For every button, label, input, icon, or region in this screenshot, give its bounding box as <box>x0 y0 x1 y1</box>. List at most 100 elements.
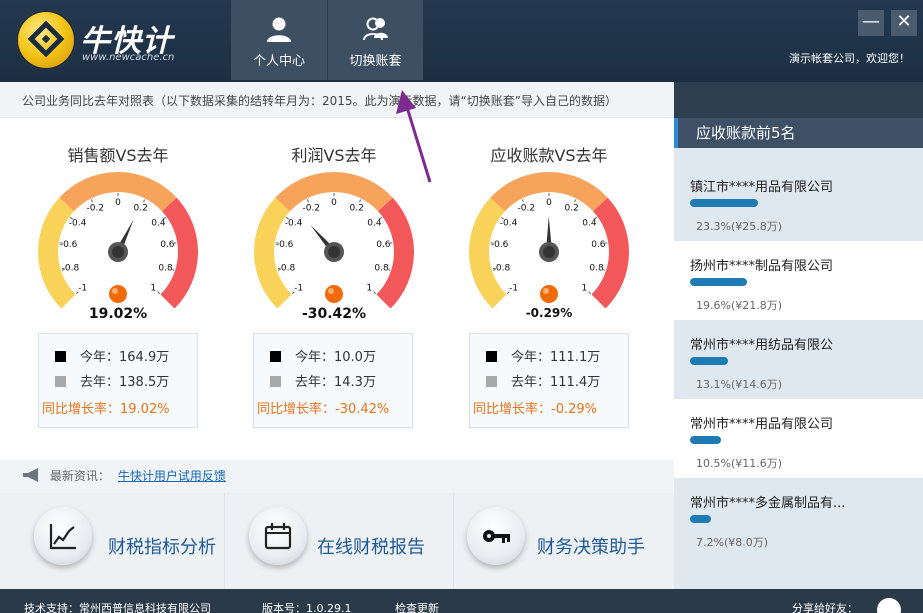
receivable-item[interactable]: 常州市****多金属制品有... 7.2%(¥8.0万) <box>674 478 923 557</box>
gauge-tick <box>521 199 525 203</box>
gauge-tick <box>142 199 146 203</box>
receivable-value: 7.2%(¥8.0万) <box>696 536 769 549</box>
brand-url: www.newcache.cn <box>82 52 175 63</box>
this-year-value: 今年：111.1万 <box>511 350 601 365</box>
user-icon <box>267 17 291 42</box>
gauge-indicator-highlight <box>328 288 334 294</box>
legend-this-year-swatch <box>486 351 497 362</box>
growth-rate: 同比增长率：-30.42% <box>257 402 390 417</box>
news-label: 最新资讯： <box>49 469 110 483</box>
status-footer: 技术支持：常州西普信息科技有限公司 版本号：1.0.29.1 检查更新 分享给好… <box>0 589 923 613</box>
news-link[interactable]: 牛快计用户试用反馈 <box>118 469 226 483</box>
receivable-name: 常州市****多金属制品有... <box>690 496 846 511</box>
sidebar-title: 应收账款前5名 <box>674 118 923 148</box>
receivable-bar <box>690 357 728 365</box>
gauge-dial: -1 -0.8 -0.6 -0.4-0.2 0 0.20.4 0.6 0.81 <box>254 172 414 308</box>
tool-label: 在线财税报告 <box>317 537 425 558</box>
check-update-link[interactable]: 检查更新 <box>395 600 439 613</box>
share-icon[interactable] <box>877 598 901 613</box>
comparison-panel: 销售额VS去年 -1 -0.8 -0.6 -0.4 -0.2 0 0.2 0.4 0.6 0.8 1… <box>0 118 674 460</box>
share-label: 分享给好友： <box>792 602 858 613</box>
gauge-band <box>469 197 507 308</box>
gauge-hub-inner <box>112 246 124 258</box>
gauge-tick-label: -1 <box>294 283 303 293</box>
this-year-value: 今年：164.9万 <box>80 350 170 365</box>
receivable-bar <box>690 199 758 207</box>
gauge-tick-label: 0.4 <box>582 219 597 229</box>
gauge-tick <box>573 199 577 203</box>
gauge-tick-label: -1 <box>78 283 87 293</box>
close-button[interactable]: ✕ <box>891 10 917 36</box>
gauge-tick-label: 0 <box>115 198 121 208</box>
receivable-name: 镇江市****用品有限公司 <box>690 180 834 195</box>
gauge-indicator-highlight <box>543 288 549 294</box>
gauge-hub-inner <box>543 246 555 258</box>
gauge-indicator <box>109 285 127 303</box>
gauge-tick-label: -0.8 <box>493 263 511 273</box>
gauge-tick-label: -0.6 <box>60 240 78 250</box>
receivable-bar <box>690 436 721 444</box>
gauge-title: 应收账款VS去年 <box>490 146 608 165</box>
tech-support-text: 技术支持：常州西普信息科技有限公司 <box>24 602 211 613</box>
tool-finance-decision-assistant[interactable]: 财务决策助手 <box>455 493 674 589</box>
nav-personal-center[interactable]: 个人中心 <box>231 0 327 80</box>
minimize-button[interactable]: — <box>858 10 884 36</box>
gauge-value: 19.02% <box>88 306 148 322</box>
gauge-band <box>254 197 292 308</box>
receivables-sidebar: 应收账款前5名 镇江市****用品有限公司 23.3%(¥25.8万) 扬州市*… <box>674 118 923 589</box>
gauge-dial: -1 -0.8 -0.6 -0.4-0.2 0 0.20.4 0.6 0.81 <box>38 172 198 308</box>
gauge-tick <box>90 199 94 203</box>
receivable-bar <box>690 515 711 523</box>
gauge-tick-label: 0.8 <box>374 263 389 273</box>
nav-switch-account[interactable]: 切换账套 <box>327 0 423 80</box>
tool-tax-indicator-analysis[interactable]: 财税指标分析 <box>0 493 225 589</box>
growth-rate: 同比增长率：19.02% <box>42 402 170 417</box>
tool-online-tax-report[interactable]: 在线财税报告 <box>229 493 454 589</box>
stat-box-sales: 今年：164.9万 去年：138.5万 同比增长率：19.02% <box>38 333 198 428</box>
receivable-item[interactable]: 镇江市****用品有限公司 23.3%(¥25.8万) <box>674 162 923 241</box>
receivable-item[interactable]: 常州市****用品有限公司 10.5%(¥11.6万) <box>674 399 923 478</box>
legend-last-year-swatch <box>55 376 66 387</box>
gauge-tick-label: -0.6 <box>276 240 294 250</box>
gauge-tick-label: 0.4 <box>367 219 382 229</box>
gauge-indicator <box>540 285 558 303</box>
receivable-item[interactable]: 扬州市****制品有限公司 19.6%(¥21.8万) <box>674 241 923 320</box>
tool-label: 财税指标分析 <box>108 537 216 558</box>
gauge-tick-label: 0.8 <box>589 263 604 273</box>
app-header: 牛快计 www.newcache.cn 个人中心 切换账套 — ✕ 演示帐套公司… <box>0 0 923 82</box>
gauge-tick <box>373 291 377 295</box>
gauge-tick-label: 0.6 <box>160 240 175 250</box>
legend-last-year-swatch <box>270 376 281 387</box>
switch-account-icon <box>362 17 388 41</box>
news-bar: 最新资讯： 牛快计用户试用反馈 <box>0 460 674 493</box>
gauge-tick <box>306 199 310 203</box>
gauge-tick-label: 0 <box>331 198 337 208</box>
calendar-report-icon <box>264 523 292 550</box>
gauge-tick-label: 0.2 <box>565 203 579 213</box>
gauge-band <box>591 197 629 308</box>
receivable-value: 23.3%(¥25.8万) <box>696 220 783 233</box>
gauge-tick <box>588 291 592 295</box>
receivable-value: 19.6%(¥21.8万) <box>696 299 783 312</box>
gauge-band <box>376 197 414 308</box>
last-year-value: 去年：138.5万 <box>80 375 170 390</box>
megaphone-icon <box>23 468 38 482</box>
version-text: 版本号：1.0.29.1 <box>262 602 352 613</box>
last-year-value: 去年：14.3万 <box>295 375 376 390</box>
gauge-tick-label: 0.2 <box>350 203 364 213</box>
gauge-tick-label: 0 <box>546 198 552 208</box>
last-year-value: 去年：111.4万 <box>511 375 601 390</box>
stat-box-receivables: 今年：111.1万 去年：111.4万 同比增长率：-0.29% <box>469 333 629 428</box>
gauge-tick-label: 0.4 <box>151 219 166 229</box>
gauge-tick <box>157 291 161 295</box>
gauge-tick-label: 1 <box>150 283 156 293</box>
legend-this-year-swatch <box>55 351 66 362</box>
receivable-value: 10.5%(¥11.6万) <box>696 457 783 470</box>
nav-personal-center-label: 个人中心 <box>252 54 305 69</box>
gauge-tick-label: 0.6 <box>376 240 391 250</box>
gauge-tick <box>358 199 362 203</box>
gauge-tick-label: -1 <box>509 283 518 293</box>
receivable-item[interactable]: 常州市****用纺品有限公 13.1%(¥14.6万) <box>674 320 923 399</box>
gauge-indicator-highlight <box>112 288 118 294</box>
stat-box-profit: 今年：10.0万 去年：14.3万 同比增长率：-30.42% <box>253 333 413 428</box>
